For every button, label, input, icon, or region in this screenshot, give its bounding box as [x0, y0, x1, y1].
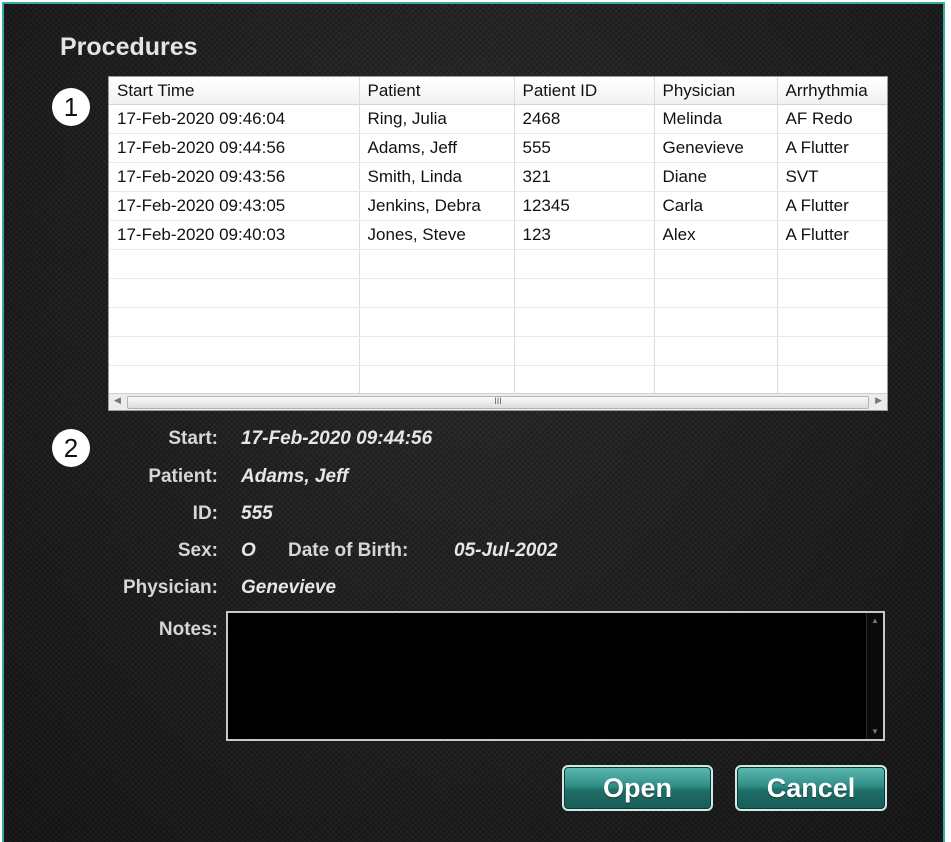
cell-arrhythmia: A Flutter: [777, 191, 887, 221]
scroll-up-arrow-icon[interactable]: ▲: [871, 616, 879, 625]
sex-label: Sex:: [177, 540, 218, 561]
cell-physician: Alex: [654, 220, 778, 250]
dob-label: Date of Birth:: [288, 540, 409, 561]
cell-patient-id: 2468: [514, 104, 655, 134]
cell-patient-id: 555: [514, 133, 655, 163]
empty-row: [109, 249, 887, 279]
cell-physician: Genevieve: [654, 133, 778, 163]
physician-value: Genevieve: [241, 577, 337, 598]
column-header-arrhythmia[interactable]: Arrhythmia: [777, 77, 887, 105]
table-row[interactable]: 17-Feb-2020 09:43:56 Smith, Linda 321 Di…: [109, 162, 887, 192]
empty-row: [109, 365, 887, 395]
table-row[interactable]: 17-Feb-2020 09:44:56 Adams, Jeff 555 Gen…: [109, 133, 887, 163]
column-header-physician[interactable]: Physician: [654, 77, 778, 105]
callout-badge-1: 1: [52, 88, 90, 126]
cell-physician: Carla: [654, 191, 778, 221]
cell-start-time: 17-Feb-2020 09:40:03: [109, 220, 360, 250]
cell-physician: Diane: [654, 162, 778, 192]
scroll-down-arrow-icon[interactable]: ▼: [871, 727, 879, 736]
table-row[interactable]: 17-Feb-2020 09:46:04 Ring, Julia 2468 Me…: [109, 104, 887, 134]
cell-patient: Smith, Linda: [359, 162, 515, 192]
cell-patient: Jenkins, Debra: [359, 191, 515, 221]
cell-start-time: 17-Feb-2020 09:44:56: [109, 133, 360, 163]
cell-patient: Adams, Jeff: [359, 133, 515, 163]
id-label: ID:: [192, 503, 218, 524]
horizontal-scrollbar[interactable]: ◀ III ▶: [109, 393, 887, 410]
notes-vertical-scrollbar[interactable]: ▲ ▼: [866, 613, 883, 739]
table-row[interactable]: 17-Feb-2020 09:43:05 Jenkins, Debra 1234…: [109, 191, 887, 221]
empty-row: [109, 278, 887, 308]
column-header-start-time[interactable]: Start Time: [109, 77, 360, 105]
cell-patient: Ring, Julia: [359, 104, 515, 134]
notes-textarea[interactable]: ▲ ▼: [226, 611, 885, 741]
cell-patient-id: 123: [514, 220, 655, 250]
notes-label: Notes:: [158, 619, 218, 640]
procedures-dialog: Procedures 1 Start Time Patient Patient …: [2, 2, 945, 842]
cell-patient: Jones, Steve: [359, 220, 515, 250]
patient-value: Adams, Jeff: [241, 466, 349, 487]
id-value: 555: [241, 503, 273, 524]
empty-row: [109, 307, 887, 337]
cell-start-time: 17-Feb-2020 09:43:05: [109, 191, 360, 221]
cell-arrhythmia: SVT: [777, 162, 887, 192]
start-value: 17-Feb-2020 09:44:56: [241, 428, 433, 449]
cell-start-time: 17-Feb-2020 09:43:56: [109, 162, 360, 192]
dob-value: 05-Jul-2002: [454, 540, 558, 561]
open-button[interactable]: Open: [562, 765, 713, 811]
scroll-right-arrow-icon[interactable]: ▶: [875, 395, 882, 406]
start-label: Start:: [168, 428, 218, 449]
cell-physician: Melinda: [654, 104, 778, 134]
cell-patient-id: 321: [514, 162, 655, 192]
table-header-row: Start Time Patient Patient ID Physician …: [109, 77, 887, 105]
cancel-button[interactable]: Cancel: [735, 765, 887, 811]
cell-patient-id: 12345: [514, 191, 655, 221]
scrollbar-grip: III: [494, 396, 502, 406]
scrollbar-thumb[interactable]: III: [127, 396, 869, 409]
column-header-patient-id[interactable]: Patient ID: [514, 77, 655, 105]
patient-label: Patient:: [148, 466, 218, 487]
cell-start-time: 17-Feb-2020 09:46:04: [109, 104, 360, 134]
column-header-patient[interactable]: Patient: [359, 77, 515, 105]
procedures-table[interactable]: Start Time Patient Patient ID Physician …: [108, 76, 888, 411]
cell-arrhythmia: AF Redo: [777, 104, 887, 134]
cell-arrhythmia: A Flutter: [777, 220, 887, 250]
table-row[interactable]: 17-Feb-2020 09:40:03 Jones, Steve 123 Al…: [109, 220, 887, 250]
sex-value: O: [241, 540, 256, 561]
physician-label: Physician:: [122, 577, 218, 598]
callout-badge-2: 2: [52, 429, 90, 467]
dialog-title: Procedures: [60, 33, 198, 61]
empty-row: [109, 336, 887, 366]
scroll-left-arrow-icon[interactable]: ◀: [114, 395, 121, 406]
cell-arrhythmia: A Flutter: [777, 133, 887, 163]
